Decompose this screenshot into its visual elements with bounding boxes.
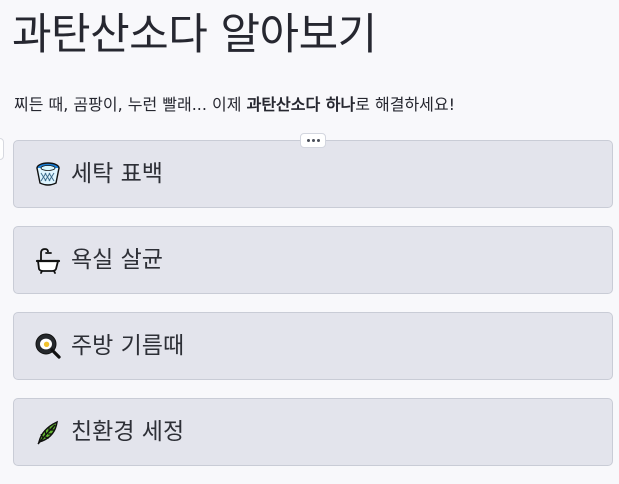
bathroom-disinfect-button[interactable]: 욕실 살균 <box>13 226 613 294</box>
laundry-bleach-button[interactable]: 세탁 표백 <box>13 140 613 208</box>
leaf-icon <box>34 418 62 446</box>
more-options-button[interactable] <box>300 133 326 148</box>
subtitle-text-after: 로 해결하세요! <box>355 95 456 114</box>
basket-icon <box>34 160 62 188</box>
button-label: 욕실 살균 <box>71 247 163 273</box>
more-dot-icon <box>316 139 320 142</box>
button-label: 주방 기름때 <box>71 333 185 359</box>
more-dot-icon <box>306 139 310 142</box>
more-dot-icon <box>311 139 315 142</box>
kitchen-grease-button[interactable]: 주방 기름때 <box>13 312 613 380</box>
button-label: 세탁 표백 <box>71 161 163 187</box>
page-title: 과탄산소다 알아보기 <box>12 10 377 60</box>
left-edge-handle[interactable] <box>0 138 4 160</box>
frying-pan-icon <box>34 332 62 360</box>
eco-cleaning-button[interactable]: 친환경 세정 <box>13 398 613 466</box>
subtitle-text-before: 찌든 때, 곰팡이, 누런 빨래... 이제 <box>14 95 247 114</box>
subtitle-bold-text: 과탄산소다 하나 <box>246 95 356 114</box>
bathtub-icon <box>34 246 62 274</box>
button-label: 친환경 세정 <box>71 419 185 445</box>
page-subtitle: 찌든 때, 곰팡이, 누런 빨래... 이제 과탄산소다 하나로 해결하세요! <box>14 94 455 116</box>
cleaning-use-buttons: 세탁 표백 욕실 살균 주방 기름때 친환경 세정 <box>13 140 613 484</box>
